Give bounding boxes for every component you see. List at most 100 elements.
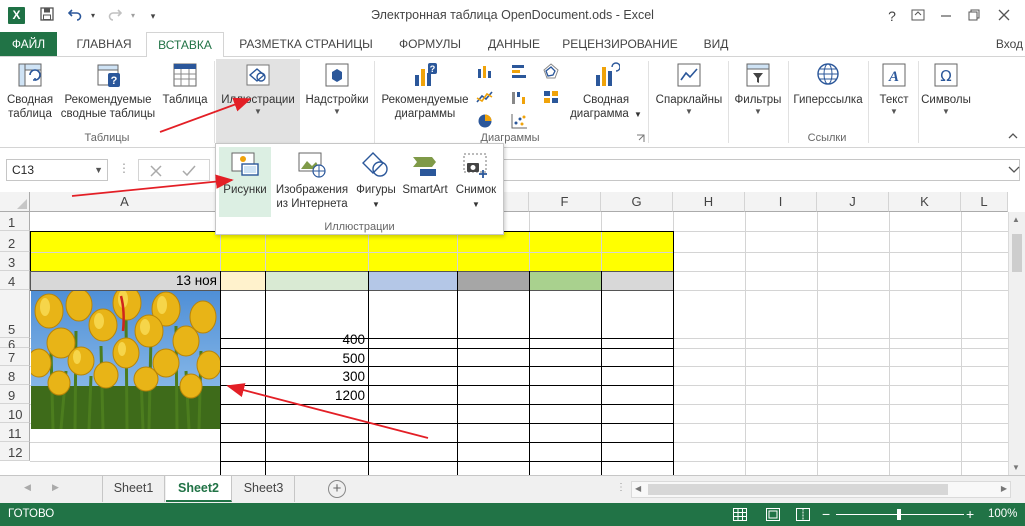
- expand-formula-bar-icon[interactable]: [1008, 166, 1020, 174]
- name-box[interactable]: C13 ▼: [6, 159, 108, 181]
- filters-button[interactable]: Фильтры ▼: [730, 61, 786, 117]
- sparklines-icon: [677, 63, 701, 87]
- sheet-tab-sheet3[interactable]: Sheet3: [233, 476, 295, 502]
- pivot-chart-label-1: Сводная: [582, 94, 630, 106]
- help-button[interactable]: ?: [880, 5, 904, 27]
- chevron-down-icon: ▼: [754, 107, 762, 116]
- cell-c5[interactable]: 400: [265, 330, 368, 349]
- vertical-scrollbar[interactable]: ▲ ▼: [1008, 212, 1025, 475]
- tab-file[interactable]: ФАЙЛ: [0, 32, 57, 56]
- normal-view-icon[interactable]: [733, 508, 747, 521]
- pictures-button[interactable]: Рисунки: [219, 147, 271, 217]
- tulips-picture[interactable]: [31, 291, 220, 429]
- pie-chart-icon[interactable]: [476, 113, 494, 129]
- sheet-tab-sheet1[interactable]: Sheet1: [103, 476, 165, 502]
- tab-formulas[interactable]: ФОРМУЛЫ: [388, 32, 472, 56]
- bar-chart-icon[interactable]: [510, 63, 528, 79]
- formula-buttons: [138, 159, 210, 181]
- recommended-charts-icon: ?: [415, 63, 437, 86]
- online-pictures-label-1: Изображения: [275, 184, 349, 196]
- online-pictures-button[interactable]: Изображения из Интернета: [272, 147, 352, 217]
- table-button[interactable]: Таблица: [160, 61, 210, 107]
- cancel-icon[interactable]: [149, 164, 163, 178]
- shapes-button[interactable]: Фигуры ▼: [353, 147, 399, 217]
- zoom-in-icon[interactable]: +: [966, 503, 974, 526]
- omega-icon: Ω: [934, 63, 958, 87]
- hyperlink-button[interactable]: Гиперссылка: [790, 61, 866, 107]
- formula-bar-splitter[interactable]: ⋮: [118, 161, 130, 175]
- symbols-button[interactable]: Ω Символы ▼: [920, 61, 972, 117]
- svg-text:A: A: [888, 69, 899, 85]
- zoom-out-icon[interactable]: −: [822, 503, 830, 526]
- scroll-up-icon[interactable]: ▲: [1012, 215, 1020, 224]
- minimize-icon[interactable]: [934, 5, 958, 27]
- scroll-left-arrow-icon[interactable]: ◀: [635, 484, 641, 493]
- recommended-pivot-button[interactable]: ? Рекомендуемые сводные таблицы: [60, 61, 156, 121]
- tab-page-layout[interactable]: РАЗМЕТКА СТРАНИЦЫ: [232, 32, 380, 56]
- radar-chart-icon[interactable]: [542, 63, 560, 79]
- line-chart-icon[interactable]: [476, 89, 494, 105]
- shapes-label: Фигуры: [356, 184, 396, 196]
- chevron-down-icon: ▼: [942, 107, 950, 116]
- sign-in-link[interactable]: Вход: [996, 32, 1025, 56]
- scroll-right-arrow-icon[interactable]: ▶: [1001, 484, 1007, 493]
- pictures-label: Рисунки: [223, 184, 267, 196]
- group-label-tables: Таблицы: [84, 132, 130, 144]
- dialog-launcher-icon[interactable]: [636, 134, 645, 143]
- tab-view[interactable]: ВИД: [694, 32, 738, 56]
- text-button[interactable]: A Текст ▼: [872, 61, 916, 117]
- sparklines-button[interactable]: Спарклайны ▼: [652, 61, 726, 117]
- online-pictures-label-2: из Интернета: [276, 198, 348, 210]
- scroll-right-icon[interactable]: ▶: [52, 482, 59, 493]
- tab-insert[interactable]: ВСТАВКА: [146, 32, 224, 57]
- text-label: Текст: [879, 94, 909, 106]
- svg-text:?: ?: [111, 75, 118, 87]
- pivot-table-button[interactable]: Сводная таблица: [4, 61, 56, 121]
- cell-c7[interactable]: 300: [265, 367, 368, 386]
- add-sheet-icon[interactable]: +: [328, 480, 346, 498]
- tab-home[interactable]: ГЛАВНАЯ: [66, 32, 142, 56]
- cell-c8[interactable]: 1200: [265, 386, 368, 405]
- cell-a4[interactable]: 13 ноя: [30, 272, 220, 290]
- pivot-chart-button[interactable]: Сводная диаграмма ▼: [568, 61, 644, 122]
- ribbon-display-options-icon[interactable]: [906, 5, 930, 27]
- online-picture-icon: [298, 152, 326, 178]
- worksheet-grid[interactable]: ABCDEFGHIJKL 123456789101112 13 ноя 400 …: [0, 192, 1025, 475]
- illustrations-button[interactable]: Иллюстрации ▼: [216, 59, 300, 143]
- splitter-icon[interactable]: ⋮: [616, 482, 626, 493]
- restore-icon[interactable]: [962, 5, 986, 27]
- illustrations-label: Иллюстрации: [221, 94, 295, 106]
- column-chart-icon[interactable]: [476, 63, 494, 79]
- picture-icon: [231, 152, 259, 176]
- close-icon[interactable]: [992, 5, 1016, 27]
- zoom-level[interactable]: 100%: [988, 503, 1017, 526]
- chevron-down-icon[interactable]: ▼: [94, 160, 103, 180]
- tab-review[interactable]: РЕЦЕНЗИРОВАНИЕ: [558, 32, 682, 56]
- recommended-pivot-label-2: сводные таблицы: [60, 108, 156, 120]
- horizontal-scroll-thumb[interactable]: [648, 484, 948, 495]
- title-bar: X ▾ ▾ ▾ Электронная таблица OpenDocument…: [0, 0, 1025, 32]
- recommended-charts-button[interactable]: ? Рекомендуемые диаграммы: [378, 61, 472, 121]
- group-separator: [918, 61, 919, 143]
- scroll-down-icon[interactable]: ▼: [1012, 463, 1020, 472]
- scroll-left-icon[interactable]: ◀: [24, 482, 31, 493]
- horizontal-scrollbar[interactable]: ◀ ▶: [631, 481, 1011, 498]
- surface-chart-icon[interactable]: [542, 89, 560, 105]
- smartart-button[interactable]: SmartArt: [400, 147, 450, 217]
- screenshot-button[interactable]: Снимок ▼: [451, 147, 501, 217]
- tab-data[interactable]: ДАННЫЕ: [478, 32, 550, 56]
- addins-button[interactable]: Надстройки ▼: [302, 61, 372, 117]
- table-label: Таблица: [162, 94, 208, 106]
- scatter-chart-icon[interactable]: [510, 113, 528, 129]
- collapse-ribbon-icon[interactable]: [1007, 131, 1019, 141]
- cell-c6[interactable]: 500: [265, 349, 368, 368]
- vertical-scroll-thumb[interactable]: [1012, 234, 1022, 272]
- page-break-view-icon[interactable]: [796, 508, 810, 521]
- group-separator: [214, 61, 215, 143]
- page-layout-view-icon[interactable]: [766, 508, 780, 521]
- zoom-slider-thumb[interactable]: [897, 509, 901, 520]
- enter-check-icon[interactable]: [181, 164, 197, 178]
- waterfall-chart-icon[interactable]: [510, 89, 528, 105]
- smartart-icon: [413, 157, 436, 176]
- sheet-tab-sheet2[interactable]: Sheet2: [166, 476, 232, 502]
